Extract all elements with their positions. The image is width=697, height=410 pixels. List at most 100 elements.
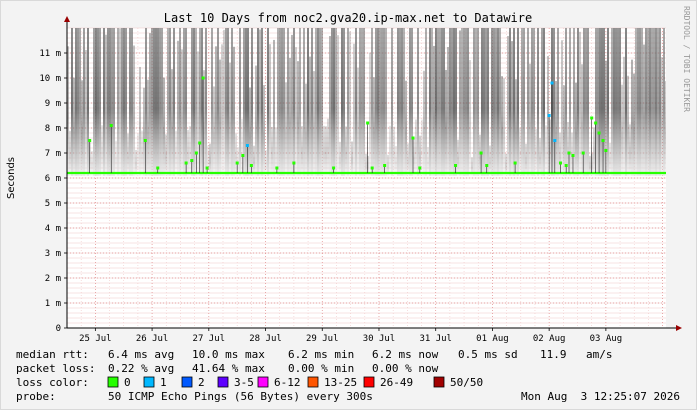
smoke-band <box>393 126 395 176</box>
y-tick-label: 7 m <box>45 149 61 159</box>
stats-packet-loss: packet loss: 0.22 % avg 41.64 % max 0.00… <box>16 362 439 375</box>
smoke-band <box>441 28 443 176</box>
smoke-band <box>345 126 347 176</box>
smoke-band <box>555 81 557 176</box>
smoke-band <box>477 28 479 176</box>
smoke-band <box>651 28 653 176</box>
smoke-band <box>637 28 639 176</box>
smoke-band <box>289 57 291 176</box>
smoke-band <box>621 84 623 176</box>
median-point <box>241 154 245 157</box>
smoke-band <box>565 28 567 176</box>
median-point <box>370 166 374 170</box>
smoke-band <box>383 28 385 176</box>
median-point <box>156 166 160 170</box>
y-tick-label: 6 m <box>45 174 61 184</box>
median-point <box>547 114 551 117</box>
smoke-band <box>539 138 541 176</box>
smoke-band <box>341 28 343 176</box>
smoke-band <box>527 28 529 176</box>
smoke-band <box>269 44 271 176</box>
smoke-band <box>117 28 119 176</box>
smoke-band <box>123 28 125 176</box>
smoke-band <box>391 28 393 176</box>
smoke-band <box>169 28 171 176</box>
smoke-band <box>495 28 497 176</box>
smoke-band <box>283 28 285 176</box>
smoke-band <box>153 28 155 176</box>
smoke-band <box>105 34 107 176</box>
smoke-band <box>313 71 315 176</box>
smoke-band <box>653 28 655 176</box>
loss-color-legend: loss color: 0 1 2 3-5 6-12 13-25 26-49 50/50 <box>16 376 483 389</box>
loss-color-label: 0 <box>124 376 131 389</box>
smoke-band <box>485 28 487 176</box>
smoke-band <box>257 28 259 176</box>
smoke-band <box>629 124 631 176</box>
smoke-band <box>165 134 167 176</box>
smoke-band <box>337 35 339 177</box>
smoke-band <box>109 28 111 176</box>
smoke-band <box>607 28 609 176</box>
smoke-band <box>73 77 75 176</box>
smoke-band <box>213 86 215 176</box>
smoke-band <box>201 28 203 176</box>
smoke-band <box>581 64 583 176</box>
y-tick-label: 0 <box>56 324 61 334</box>
smoke-band <box>261 28 263 176</box>
smoke-band <box>173 28 175 176</box>
smoke-band <box>529 63 531 176</box>
smoke-band <box>493 28 495 176</box>
smoke-band <box>457 139 459 176</box>
loss-color-swatch <box>181 376 193 388</box>
smoke-band <box>645 28 647 176</box>
smoke-band <box>77 28 79 176</box>
smoke-band <box>497 28 499 176</box>
smoke-band <box>659 28 661 176</box>
smoke-band <box>175 130 177 176</box>
smoke-band <box>449 28 451 176</box>
smoke-band <box>293 28 295 176</box>
x-tick-label: 26 Jul <box>136 334 169 344</box>
smoke-band <box>425 28 427 176</box>
smoke-band <box>305 83 307 176</box>
smoke-band <box>479 134 481 176</box>
smoke-band <box>339 141 341 176</box>
x-tick-label: 28 Jul <box>249 334 282 344</box>
smoke-band <box>279 28 281 176</box>
smoke-band <box>657 28 659 176</box>
svg-text:50 ICMP Echo Pings (56 Bytes): 50 ICMP Echo Pings (56 Bytes) every 300s <box>108 390 373 403</box>
smoke-band <box>303 28 305 176</box>
smoke-band <box>71 28 73 176</box>
median-point <box>194 151 198 155</box>
smoke-band <box>317 28 319 176</box>
smoke-band <box>99 28 101 176</box>
smoke-band <box>329 36 331 176</box>
smoke-band <box>81 80 83 176</box>
smoke-band <box>499 28 501 176</box>
chart-title: Last 10 Days from noc2.gva20.ip-max.net … <box>164 11 532 25</box>
smoke-band <box>307 28 309 176</box>
smoke-band <box>193 28 195 176</box>
y-tick-label: 1 m <box>45 299 61 309</box>
svg-text:loss color:: loss color: <box>16 376 89 389</box>
smoke-band <box>271 126 273 176</box>
smoke-band <box>139 66 141 176</box>
loss-color-swatch <box>307 376 319 388</box>
loss-color-label: 1 <box>160 376 167 389</box>
smoke-band <box>131 28 133 176</box>
smoke-band <box>325 126 327 176</box>
smoke-band <box>397 28 399 176</box>
x-tick-label: 29 Jul <box>306 334 339 344</box>
median-point <box>235 161 239 165</box>
median-point <box>198 141 202 145</box>
loss-color-swatch <box>363 376 375 388</box>
smoke-band <box>291 34 293 177</box>
smoke-band <box>355 28 357 176</box>
svg-text:6.2 ms min: 6.2 ms min <box>288 348 354 361</box>
smoke-band <box>251 28 253 176</box>
smoke-band <box>277 28 279 176</box>
smoke-band <box>227 28 229 176</box>
smoke-band <box>143 87 145 176</box>
x-tick-label: 25 Jul <box>79 334 112 344</box>
